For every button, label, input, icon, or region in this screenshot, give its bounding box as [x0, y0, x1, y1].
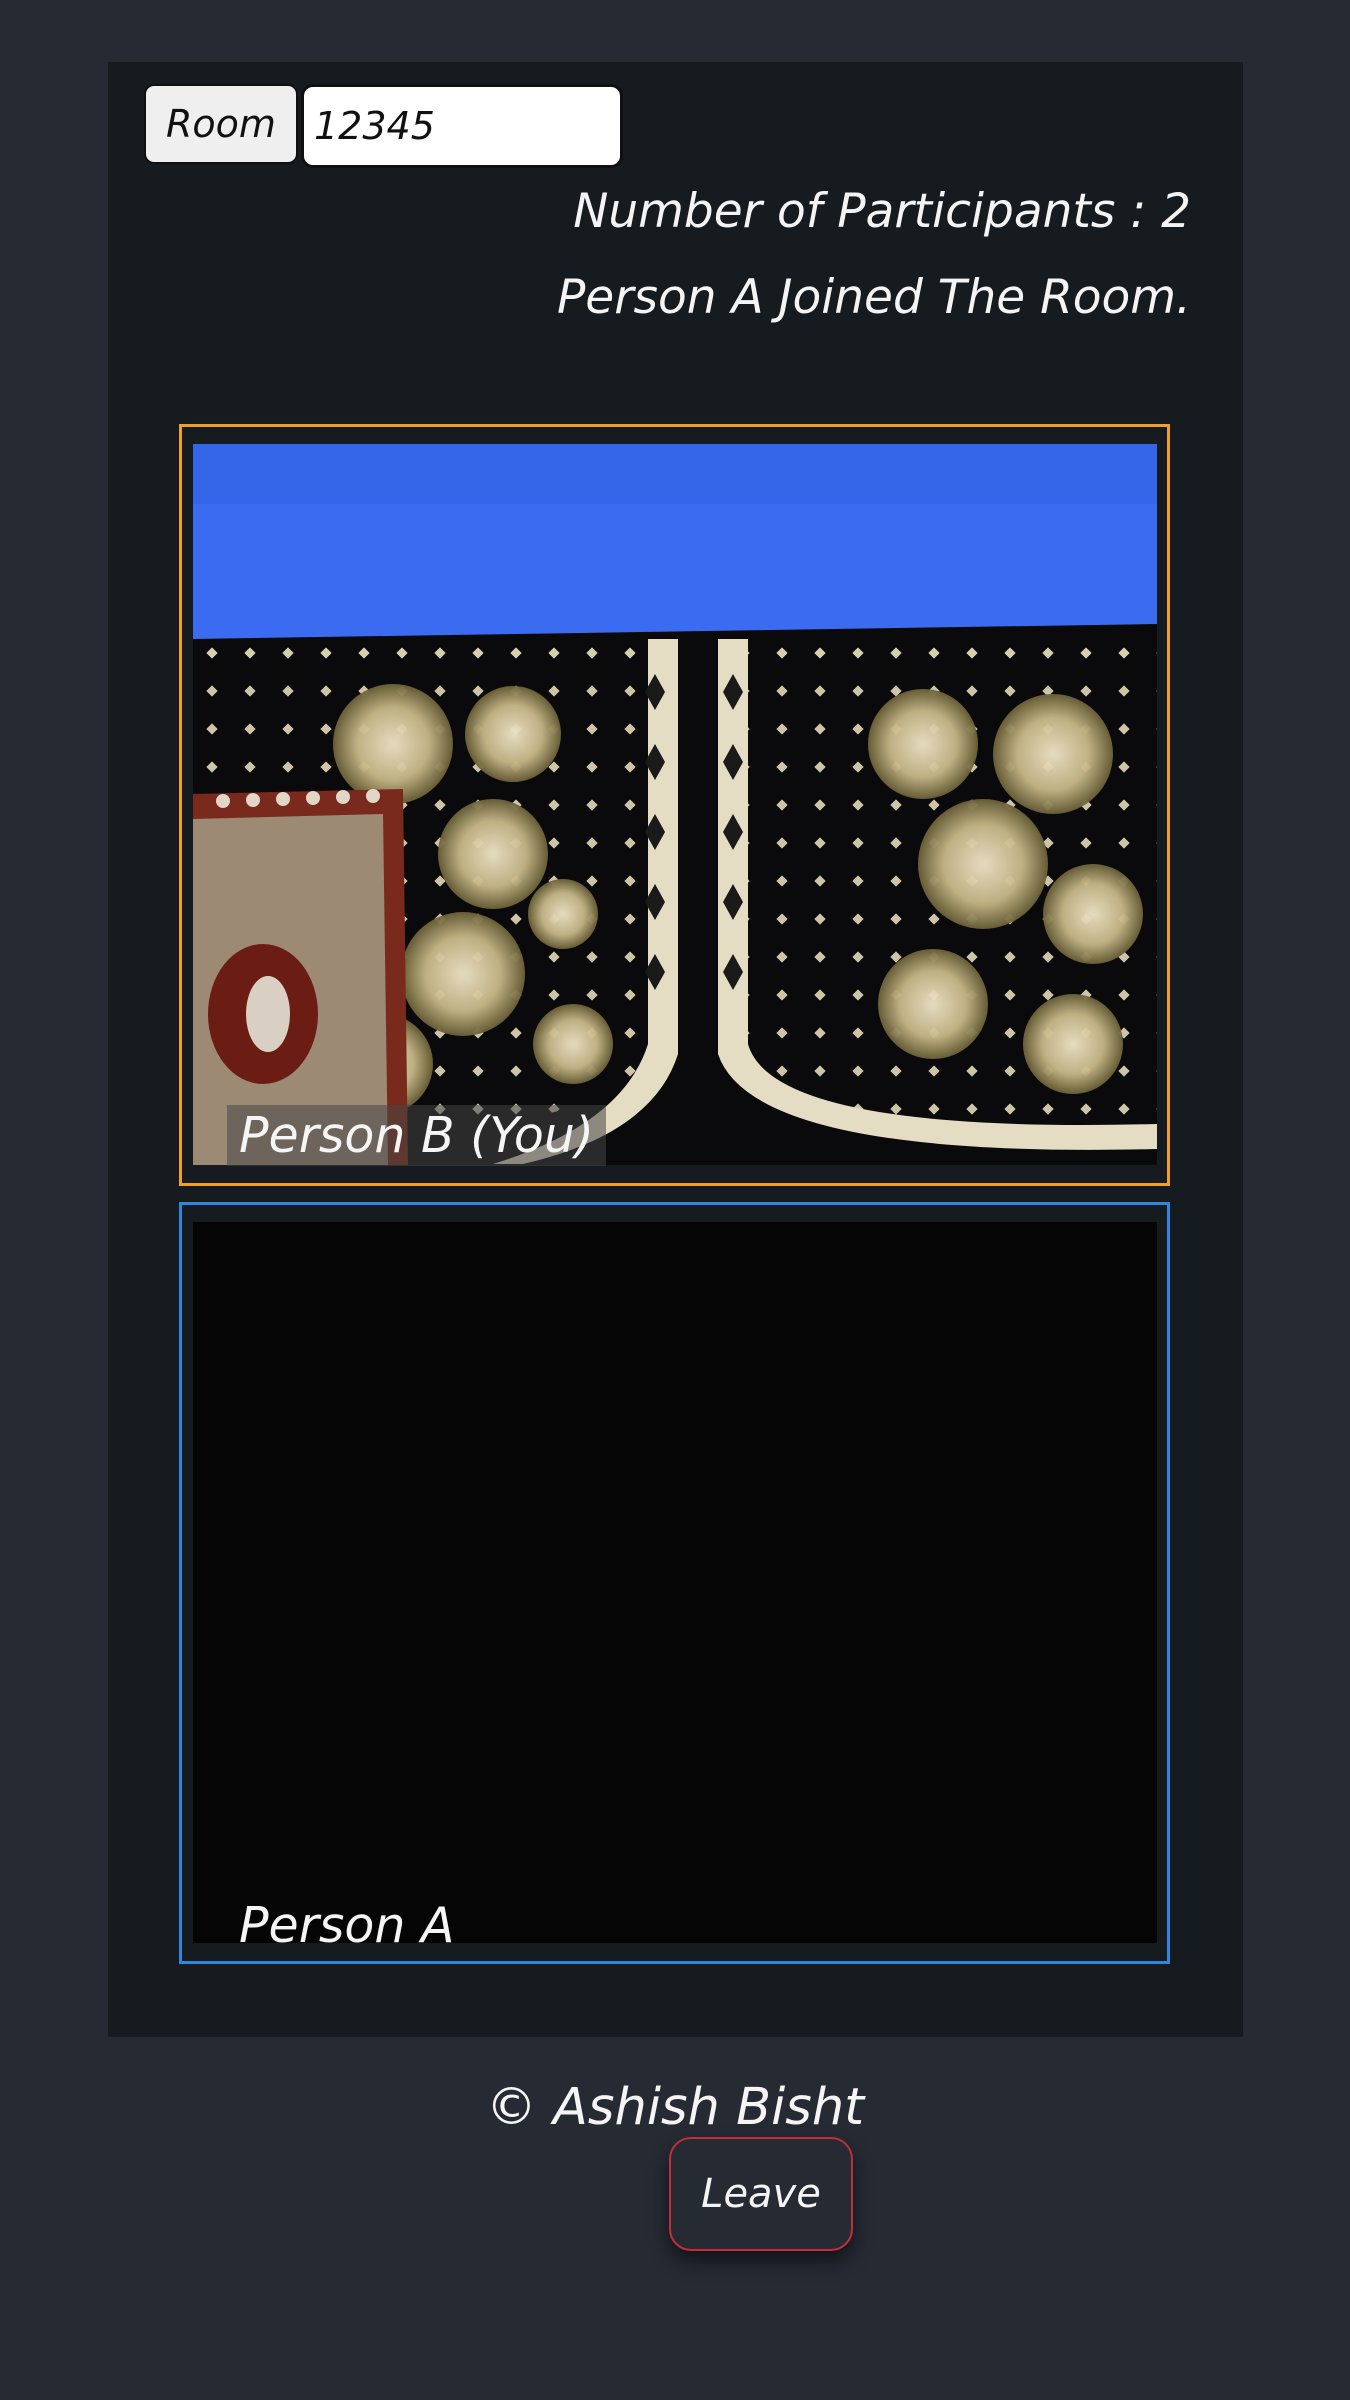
- camera-feed-image: [193, 444, 1157, 1165]
- remote-participant-label: Person A: [239, 1897, 455, 1954]
- leave-button[interactable]: Leave: [669, 2137, 853, 2251]
- local-video-tile: Person B (You): [179, 424, 1170, 1186]
- room-button[interactable]: Room: [144, 84, 298, 164]
- call-panel: Room 12345 Number of Participants : 2 Pe…: [108, 62, 1243, 2037]
- local-video: [193, 444, 1157, 1165]
- remote-feed-image: [193, 1222, 1157, 1943]
- join-notification: Person A Joined The Room.: [556, 270, 1191, 325]
- local-participant-label: Person B (You): [227, 1105, 606, 1166]
- copyright-footer: © Ashish Bisht: [485, 2078, 865, 2137]
- participants-count: Number of Participants : 2: [573, 184, 1191, 239]
- room-controls: Room 12345: [144, 84, 623, 168]
- room-id-input[interactable]: 12345: [301, 84, 623, 168]
- remote-video-tile: Person A: [179, 1202, 1170, 1964]
- remote-video: [193, 1222, 1157, 1943]
